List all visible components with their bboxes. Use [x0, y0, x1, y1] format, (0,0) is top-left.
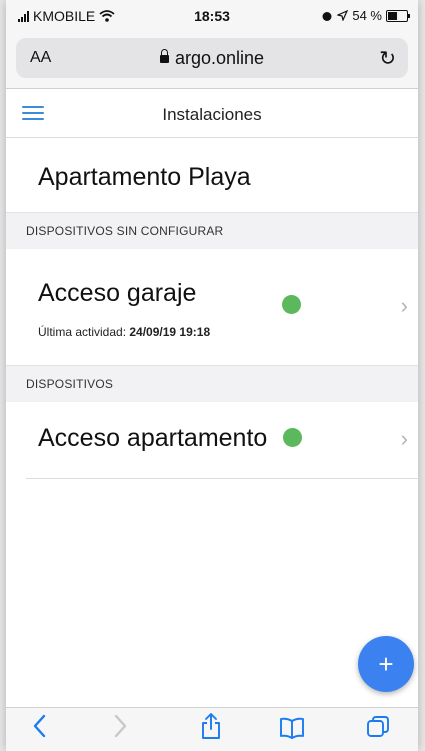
device-name: Acceso garaje	[38, 279, 197, 307]
chevron-right-icon: ›	[400, 293, 408, 318]
browser-address-area: AA argo.online ↻	[6, 30, 418, 89]
url-text: argo.online	[174, 48, 265, 68]
app-header: Instalaciones	[6, 89, 418, 138]
list-divider	[26, 478, 418, 479]
battery-icon	[386, 9, 410, 22]
device-row-garaje[interactable]: Acceso garaje Última actividad: 24/09/19…	[6, 249, 418, 365]
last-activity-value: 24/09/19 19:18	[129, 325, 211, 339]
phone-screen: KMOBILE 18:53 54 % AA argo.online ↻ Inst…	[6, 0, 418, 751]
status-dot-online	[282, 295, 301, 314]
address-bar[interactable]: AA argo.online ↻	[16, 38, 408, 78]
chevron-right-icon[interactable]	[114, 714, 128, 745]
share-icon[interactable]	[201, 712, 221, 747]
section-header-devices: DISPOSITIVOS	[6, 365, 418, 403]
status-bar: KMOBILE 18:53 54 %	[6, 0, 418, 30]
url-display[interactable]: argo.online	[16, 48, 408, 69]
last-activity-label: Última actividad:	[38, 325, 127, 339]
reload-icon[interactable]: ↻	[379, 46, 396, 71]
device-last-activity: Última actividad: 24/09/19 19:18	[38, 325, 210, 339]
section-header-label: DISPOSITIVOS SIN CONFIGURAR	[26, 224, 224, 238]
section-header-unconfigured: DISPOSITIVOS SIN CONFIGURAR	[6, 212, 418, 250]
location-icon	[337, 10, 349, 21]
status-right: 54 %	[321, 8, 410, 23]
status-dot-online	[283, 428, 302, 447]
battery-level	[388, 11, 397, 20]
lock-icon	[159, 49, 169, 63]
device-name: Acceso apartamento	[38, 424, 268, 452]
app-title: Instalaciones	[162, 105, 262, 124]
alarm-icon	[322, 11, 332, 21]
page-title: Apartamento Playa	[38, 163, 251, 191]
section-header-label: DISPOSITIVOS	[26, 377, 114, 391]
chevron-right-icon: ›	[400, 426, 408, 451]
browser-toolbar	[6, 707, 418, 751]
chevron-left-icon[interactable]	[32, 714, 46, 745]
add-device-button[interactable]: +	[358, 636, 414, 692]
battery-percent: 54 %	[352, 8, 382, 23]
tabs-icon[interactable]	[366, 715, 390, 746]
book-icon[interactable]	[279, 717, 305, 746]
device-row-apartamento[interactable]: Acceso apartamento ›	[6, 402, 418, 478]
